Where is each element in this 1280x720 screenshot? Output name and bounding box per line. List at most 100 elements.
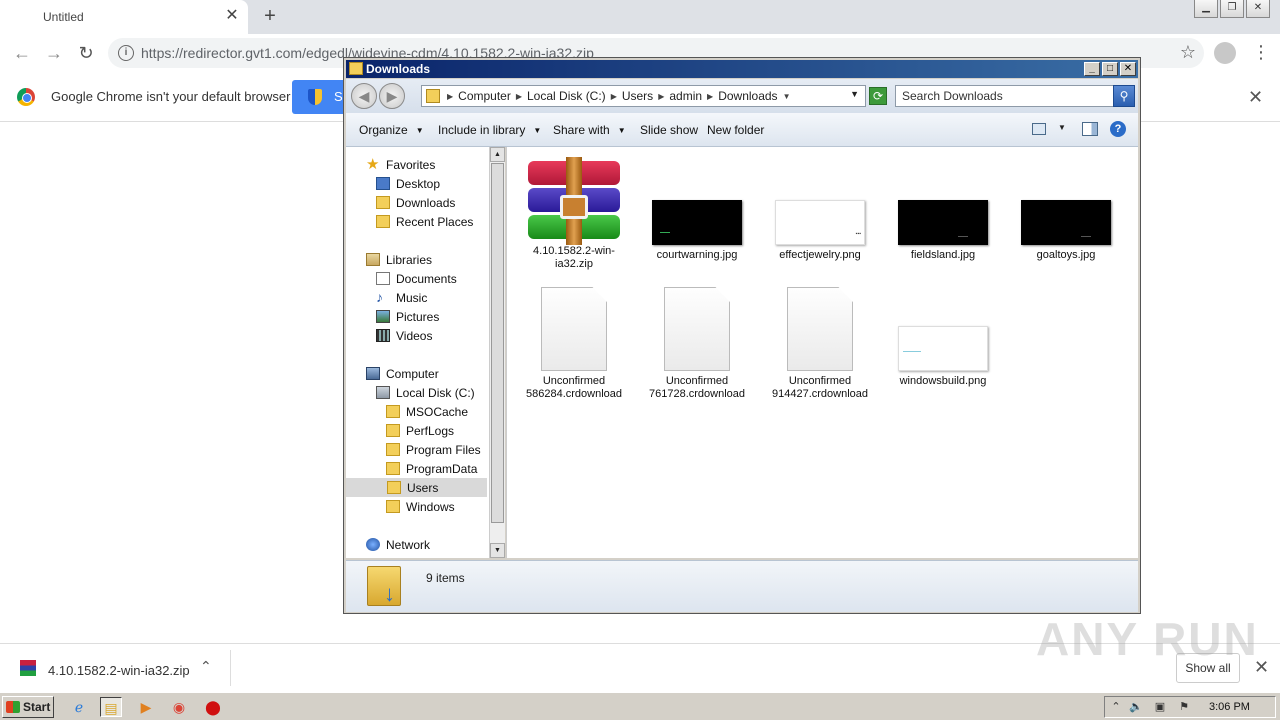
explorer-minimize-button[interactable]: _ <box>1084 62 1100 76</box>
preview-pane-icon[interactable] <box>1082 122 1098 136</box>
file-item-windowsbuild[interactable]: windowsbuild.png <box>888 326 998 388</box>
download-item[interactable]: 4.10.1582.2-win-ia32.zip <box>48 663 190 678</box>
file-item-unconfirmed-761728[interactable]: Unconfirmed 761728.crdownload <box>642 287 752 401</box>
nav-desktop[interactable]: Desktop <box>376 174 440 193</box>
nav-music[interactable]: ♪ Music <box>376 288 427 307</box>
breadcrumb-local-disk[interactable]: Local Disk (C:) <box>523 89 610 104</box>
file-item-goaltoys[interactable]: goaltoys.jpg <box>1011 200 1121 262</box>
file-item-unconfirmed-586284[interactable]: Unconfirmed 586284.crdownload <box>519 287 629 401</box>
network-tray-icon[interactable]: ▣ <box>1153 700 1167 714</box>
search-icon[interactable]: ⚲ <box>1113 85 1135 107</box>
nav-downloads[interactable]: Downloads <box>376 193 455 212</box>
breadcrumb-computer[interactable]: Computer <box>454 89 515 104</box>
profile-avatar-icon[interactable] <box>1214 42 1236 64</box>
action-center-flag-icon[interactable]: ⚑ <box>1177 700 1191 714</box>
file-item-unconfirmed-914427[interactable]: Unconfirmed 914427.crdownload <box>765 287 875 401</box>
nav-program-files[interactable]: Program Files <box>386 440 481 459</box>
nav-windows[interactable]: Windows <box>386 497 455 516</box>
new-folder-button[interactable]: New folder <box>707 123 764 137</box>
system-tray: ⌃ 🔈 ▣ ⚑ 3:06 PM <box>1104 696 1276 718</box>
documents-icon <box>376 272 390 285</box>
tray-expand-icon[interactable]: ⌃ <box>1109 700 1123 714</box>
scroll-up-icon[interactable]: ▲ <box>490 147 505 162</box>
view-dropdown-icon[interactable]: ▼ <box>1058 123 1066 132</box>
organize-menu[interactable]: Organize ▼ <box>359 123 424 137</box>
nav-scrollbar[interactable]: ▲ ▼ <box>489 147 505 558</box>
file-item-zip[interactable]: 4.10.1582.2-win-ia32.zip <box>519 157 629 271</box>
tab-close-icon[interactable]: ✕ <box>224 8 240 24</box>
nav-libraries[interactable]: Libraries <box>366 250 432 269</box>
file-item-effectjewelry[interactable]: ▪▪▪ effectjewelry.png <box>765 200 875 262</box>
refresh-icon[interactable]: ⟳ <box>869 87 887 105</box>
breadcrumb-admin[interactable]: admin <box>665 89 706 104</box>
nav-computer[interactable]: Computer <box>366 364 439 383</box>
search-input[interactable]: Search Downloads ⚲ <box>895 85 1135 107</box>
navigation-pane: ★ Favorites Desktop Downloads Recent Plac… <box>346 147 489 558</box>
breadcrumb-list: ▶ Computer ▶ Local Disk (C:) ▶ Users ▶ a… <box>447 89 791 104</box>
reload-icon[interactable]: ↻ <box>76 43 96 63</box>
change-view-icon[interactable] <box>1032 123 1046 135</box>
stop-icon[interactable]: ⬤ <box>202 697 224 717</box>
nav-programdata[interactable]: ProgramData <box>386 459 477 478</box>
image-thumbnail: ▪▪▪ <box>775 200 865 245</box>
slide-show-button[interactable]: Slide show <box>640 123 698 137</box>
tab-untitled[interactable]: Untitled ✕ <box>0 0 248 34</box>
scroll-thumb[interactable] <box>491 163 504 523</box>
new-tab-button[interactable]: + <box>260 6 280 26</box>
info-icon[interactable]: i <box>118 45 134 61</box>
pictures-icon <box>376 310 390 323</box>
file-name: windowsbuild.png <box>899 375 987 387</box>
image-thumbnail <box>1021 200 1111 245</box>
volume-icon[interactable]: 🔈 <box>1129 700 1143 714</box>
nav-msocache[interactable]: MSOCache <box>386 402 468 421</box>
folder-icon <box>386 462 400 475</box>
shield-icon <box>308 89 322 105</box>
infobar-text: Google Chrome isn't your default browser <box>51 89 291 104</box>
computer-icon <box>366 367 380 380</box>
explorer-address-bar: ◀ ▶ ▶ Computer ▶ Local Disk (C:) ▶ Users… <box>346 79 1138 113</box>
star-icon: ★ <box>366 156 380 173</box>
nav-documents[interactable]: Documents <box>376 269 457 288</box>
bookmark-star-icon[interactable]: ☆ <box>1180 42 1196 63</box>
breadcrumb-downloads[interactable]: Downloads <box>714 89 781 104</box>
chrome-logo-icon <box>17 88 35 106</box>
chrome-taskbar-icon[interactable]: ◉ <box>168 697 190 717</box>
media-player-icon[interactable]: ▶ <box>135 697 157 717</box>
nav-network[interactable]: Network <box>366 535 430 554</box>
infobar-close-icon[interactable]: ✕ <box>1248 87 1263 108</box>
scroll-down-icon[interactable]: ▼ <box>490 543 505 558</box>
include-in-library-menu[interactable]: Include in library ▼ <box>438 123 541 137</box>
internet-explorer-icon[interactable]: ℯ <box>68 697 90 717</box>
breadcrumb-users[interactable]: Users <box>618 89 657 104</box>
clock[interactable]: 3:06 PM <box>1209 701 1250 713</box>
forward-arrow-icon[interactable]: → <box>44 43 64 63</box>
breadcrumb-dropdown-icon[interactable]: ▼ <box>850 89 859 99</box>
breadcrumb[interactable]: ▶ Computer ▶ Local Disk (C:) ▶ Users ▶ a… <box>421 85 866 107</box>
minimize-button[interactable]: ▁ <box>1194 0 1218 18</box>
videos-icon <box>376 329 390 342</box>
chevron-up-icon[interactable]: ⌃ <box>200 658 212 675</box>
nav-recent-places[interactable]: Recent Places <box>376 212 473 231</box>
explorer-back-icon[interactable]: ◀ <box>351 83 377 109</box>
help-icon[interactable]: ? <box>1110 121 1126 137</box>
close-button[interactable]: ✕ <box>1246 0 1270 18</box>
nav-local-disk[interactable]: Local Disk (C:) <box>376 383 475 402</box>
restore-button[interactable]: ❐ <box>1220 0 1244 18</box>
network-icon <box>366 538 380 551</box>
nav-pictures[interactable]: Pictures <box>376 307 439 326</box>
explorer-maximize-button[interactable]: □ <box>1102 62 1118 76</box>
explorer-close-button[interactable]: ✕ <box>1120 62 1136 76</box>
share-with-menu[interactable]: Share with ▼ <box>553 123 626 137</box>
explorer-titlebar[interactable]: Downloads _ □ ✕ <box>346 60 1138 78</box>
file-item-courtwarning[interactable]: courtwarning.jpg <box>642 200 752 262</box>
start-button[interactable]: Start <box>2 696 54 718</box>
nav-perflogs[interactable]: PerfLogs <box>386 421 454 440</box>
back-arrow-icon[interactable]: ← <box>12 43 32 63</box>
file-item-fieldsland[interactable]: fieldsland.jpg <box>888 200 998 262</box>
nav-favorites[interactable]: ★ Favorites <box>366 155 435 174</box>
explorer-taskbar-icon[interactable]: ▤ <box>100 697 122 717</box>
explorer-forward-icon[interactable]: ▶ <box>379 83 405 109</box>
nav-videos[interactable]: Videos <box>376 326 432 345</box>
nav-users[interactable]: Users <box>346 478 487 497</box>
menu-kebab-icon[interactable]: ⋮ <box>1252 42 1270 62</box>
